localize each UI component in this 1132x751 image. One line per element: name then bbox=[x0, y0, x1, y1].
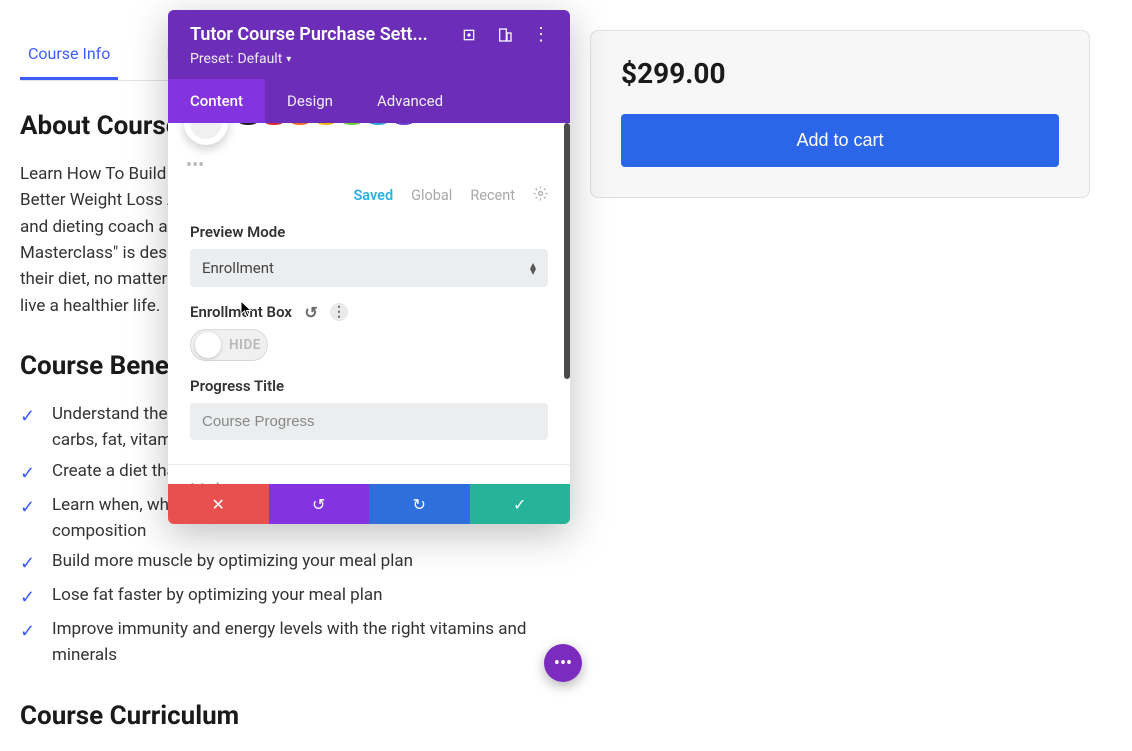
swatch-categories: Saved Global Recent bbox=[168, 176, 570, 217]
benefit-text: Lose fat faster by optimizing your meal … bbox=[52, 582, 383, 608]
panel-tabs: Content Design Advanced bbox=[168, 79, 570, 123]
check-icon: ✓ bbox=[20, 550, 40, 578]
category-global[interactable]: Global bbox=[411, 187, 452, 204]
color-swatch-row bbox=[168, 123, 570, 147]
check-icon: ✓ bbox=[20, 403, 40, 431]
check-icon: ✓ bbox=[20, 584, 40, 612]
preset-value: Default bbox=[238, 51, 283, 67]
benefit-text: Improve immunity and energy levels with … bbox=[52, 616, 560, 669]
preview-mode-select[interactable]: Enrollment ▴▾ bbox=[190, 249, 548, 287]
color-swatch[interactable] bbox=[316, 123, 336, 125]
curriculum-section: Course Curriculum bbox=[20, 701, 560, 731]
chevron-down-icon: ⌄ bbox=[535, 481, 548, 484]
preview-mode-value: Enrollment bbox=[202, 259, 274, 277]
field-preview-mode: Preview Mode Enrollment ▴▾ bbox=[168, 217, 570, 297]
scrollbar[interactable] bbox=[564, 123, 570, 379]
tab-content[interactable]: Content bbox=[168, 79, 265, 123]
redo-button[interactable]: ↻ bbox=[369, 484, 470, 524]
toggle-text: HIDE bbox=[229, 337, 261, 353]
purchase-card: $299.00 Add to cart bbox=[590, 30, 1090, 198]
progress-title-label: Progress Title bbox=[190, 377, 548, 395]
color-swatch[interactable] bbox=[264, 123, 284, 125]
accept-button[interactable]: ✓ bbox=[470, 484, 571, 524]
color-swatch[interactable] bbox=[394, 123, 414, 125]
reset-icon[interactable]: ↺ bbox=[302, 303, 320, 321]
color-swatch-active[interactable] bbox=[184, 123, 228, 145]
chevron-down-icon: ▾ bbox=[286, 54, 291, 65]
builder-fab-button[interactable]: ••• bbox=[544, 644, 582, 682]
more-icon[interactable]: ⋮ bbox=[532, 26, 550, 44]
category-saved[interactable]: Saved bbox=[353, 187, 393, 204]
enrollment-box-toggle[interactable]: HIDE bbox=[190, 329, 268, 361]
category-recent[interactable]: Recent bbox=[470, 187, 515, 204]
select-caret-icon: ▴▾ bbox=[530, 262, 536, 274]
responsive-icon[interactable] bbox=[496, 26, 514, 44]
expand-icon[interactable] bbox=[460, 26, 478, 44]
curriculum-heading: Course Curriculum bbox=[20, 701, 560, 731]
color-swatch[interactable] bbox=[238, 123, 258, 125]
color-swatch[interactable] bbox=[368, 123, 388, 125]
preset-prefix: Preset: bbox=[190, 51, 234, 67]
color-swatch[interactable] bbox=[290, 123, 310, 125]
progress-title-input[interactable] bbox=[190, 403, 548, 440]
panel-footer: ✕ ↺ ↻ ✓ bbox=[168, 484, 570, 524]
list-item: ✓ Build more muscle by optimizing your me… bbox=[20, 548, 560, 578]
tab-advanced[interactable]: Advanced bbox=[355, 79, 465, 123]
cancel-button[interactable]: ✕ bbox=[168, 484, 269, 524]
check-icon: ✓ bbox=[20, 460, 40, 488]
link-section-label: Link bbox=[190, 479, 225, 484]
color-swatch[interactable] bbox=[342, 123, 362, 125]
check-icon: ✓ bbox=[20, 494, 40, 522]
list-item: ✓ Improve immunity and energy levels with… bbox=[20, 616, 560, 669]
gear-icon[interactable] bbox=[533, 186, 548, 205]
benefit-text: Build more muscle by optimizing your mea… bbox=[52, 548, 413, 574]
preview-mode-label: Preview Mode bbox=[190, 223, 548, 241]
field-enrollment-box: Enrollment Box ↺ ⋮ HIDE bbox=[168, 297, 570, 371]
enrollment-box-label: Enrollment Box bbox=[190, 303, 292, 321]
panel-title: Tutor Course Purchase Sett... bbox=[190, 24, 442, 45]
check-icon: ✓ bbox=[20, 618, 40, 646]
undo-button[interactable]: ↺ bbox=[269, 484, 370, 524]
field-progress-title: Progress Title bbox=[168, 371, 570, 450]
panel-body: ••• Saved Global Recent Preview Mode Enr… bbox=[168, 123, 570, 484]
link-section-toggle[interactable]: Link ⌄ bbox=[168, 464, 570, 484]
options-icon[interactable]: ⋮ bbox=[330, 303, 348, 321]
panel-header[interactable]: Tutor Course Purchase Sett... ⋮ Preset: … bbox=[168, 10, 570, 79]
tab-design[interactable]: Design bbox=[265, 79, 355, 123]
price: $299.00 bbox=[621, 57, 1059, 90]
preset-selector[interactable]: Preset: Default ▾ bbox=[190, 51, 550, 67]
module-settings-panel: Tutor Course Purchase Sett... ⋮ Preset: … bbox=[168, 10, 570, 524]
add-to-cart-button[interactable]: Add to cart bbox=[621, 114, 1059, 167]
tab-course-info[interactable]: Course Info bbox=[20, 30, 118, 80]
toggle-knob bbox=[195, 332, 221, 358]
list-item: ✓ Lose fat faster by optimizing your meal… bbox=[20, 582, 560, 612]
more-swatches-icon[interactable]: ••• bbox=[168, 147, 218, 176]
